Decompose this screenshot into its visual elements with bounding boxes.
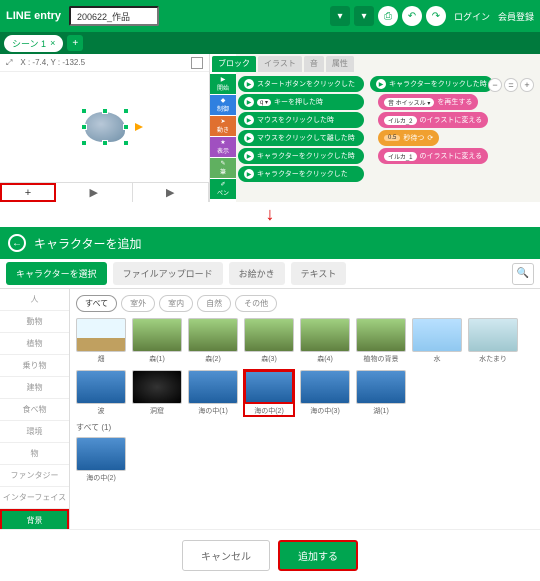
login-link[interactable]: ログイン bbox=[454, 10, 490, 23]
tab-draw[interactable]: お絵かき bbox=[229, 262, 285, 285]
direction-arrow-icon bbox=[135, 123, 143, 131]
asset-card[interactable]: 水たまり bbox=[468, 318, 518, 364]
asset-card[interactable]: 植物の背景 bbox=[356, 318, 406, 364]
app-header: LINE entry ▾ ▾ ⎙ ↶ ↷ ログイン 会員登録 bbox=[0, 0, 540, 32]
sidebar-item-person[interactable]: 人 bbox=[0, 289, 69, 311]
block-mouse-release[interactable]: ▶マウスをクリックして離した時 bbox=[238, 130, 364, 146]
tab-block[interactable]: ブロック bbox=[212, 56, 256, 72]
script-wait[interactable]: 0.5秒待つ⟳ bbox=[378, 130, 439, 146]
stage-area: ⤢ X : -7.4, Y : -132.5 + ▶ ▶ bbox=[0, 54, 210, 202]
script-costume1[interactable]: イルカ_2のイラストに変える bbox=[378, 112, 488, 128]
filter-indoor[interactable]: 室内 bbox=[159, 295, 193, 312]
tab-text[interactable]: テキスト bbox=[291, 262, 347, 285]
expand-icon[interactable]: ⤢ bbox=[6, 58, 12, 68]
asset-card[interactable]: 湖(1) bbox=[356, 370, 406, 416]
sidebar-item-food[interactable]: 食べ物 bbox=[0, 399, 69, 421]
redo-icon[interactable]: ↷ bbox=[426, 6, 446, 26]
modal-header: ← キャラクターを追加 bbox=[0, 227, 540, 259]
cat-move[interactable]: ➤動き bbox=[210, 116, 236, 136]
add-button[interactable]: 追加する bbox=[278, 540, 358, 571]
save-icon[interactable]: ▾ bbox=[330, 6, 350, 26]
asset-card-selected[interactable]: 海の中(2) bbox=[244, 370, 294, 416]
block-start[interactable]: ▶スタートボタンをクリックした bbox=[238, 76, 364, 92]
stage-canvas[interactable] bbox=[0, 72, 209, 182]
asset-card[interactable]: 森(1) bbox=[132, 318, 182, 364]
tab-select-char[interactable]: キャラクターを選択 bbox=[6, 262, 107, 285]
asset-card[interactable]: 畑 bbox=[76, 318, 126, 364]
tab-sound[interactable]: 音 bbox=[304, 56, 324, 72]
scene-bar: シーン 1× + bbox=[0, 32, 540, 54]
filter-other[interactable]: その他 bbox=[235, 295, 277, 312]
cat-pen[interactable]: ✐ペン bbox=[210, 179, 236, 199]
character-dolphin[interactable] bbox=[85, 112, 125, 142]
close-icon[interactable]: × bbox=[50, 38, 55, 48]
asset-card[interactable]: 洞窟 bbox=[132, 370, 182, 416]
tab-attr[interactable]: 属性 bbox=[326, 56, 354, 72]
tab-illust[interactable]: イラスト bbox=[258, 56, 302, 72]
print-icon[interactable]: ⎙ bbox=[378, 6, 398, 26]
sidebar-item-vehicle[interactable]: 乗り物 bbox=[0, 355, 69, 377]
selected-label: すべて (1) bbox=[76, 422, 534, 433]
selected-card[interactable]: 海の中(2) bbox=[76, 437, 126, 483]
asset-grid: 畑 森(1) 森(2) 森(3) 森(4) 植物の背景 水 水たまり 波 洞窟 … bbox=[76, 318, 534, 416]
block-key[interactable]: ▶q ▾キーを押した時 bbox=[238, 94, 364, 110]
list-icon[interactable]: ▾ bbox=[354, 6, 374, 26]
script-event[interactable]: ▶キャラクターをクリックした時 bbox=[370, 76, 493, 92]
grid-icon[interactable] bbox=[191, 57, 203, 69]
asset-card[interactable]: 波 bbox=[76, 370, 126, 416]
modal-tabs: キャラクターを選択 ファイルアップロード お絵かき テキスト 🔍 bbox=[0, 259, 540, 289]
script-costume2[interactable]: イルカ_1のイラストに変える bbox=[378, 148, 488, 164]
sidebar-item-thing[interactable]: 物 bbox=[0, 443, 69, 465]
sidebar-item-animal[interactable]: 動物 bbox=[0, 311, 69, 333]
sidebar-item-env[interactable]: 環境 bbox=[0, 421, 69, 443]
add-scene-button[interactable]: + bbox=[67, 35, 83, 51]
asset-card[interactable]: 森(2) bbox=[188, 318, 238, 364]
arrow-down-icon: ↓ bbox=[0, 202, 540, 227]
add-character-button[interactable]: + bbox=[0, 183, 56, 202]
coords-label: X : -7.4, Y : -132.5 bbox=[20, 58, 85, 67]
block-char-click2[interactable]: ▶キャラクターをクリックした bbox=[238, 166, 364, 182]
back-button[interactable]: ← bbox=[8, 234, 26, 252]
filter-nature[interactable]: 自然 bbox=[197, 295, 231, 312]
sidebar-item-background[interactable]: 背景 bbox=[0, 509, 69, 529]
script-canvas[interactable]: − = + ▶キャラクターをクリックした時 音 ホイッスル ▾を再生する イルカ… bbox=[366, 54, 540, 202]
asset-card[interactable]: 水 bbox=[412, 318, 462, 364]
cat-control[interactable]: ◆制御 bbox=[210, 95, 236, 115]
zoom-in-button[interactable]: + bbox=[520, 78, 534, 92]
tab-upload[interactable]: ファイルアップロード bbox=[113, 262, 223, 285]
undo-icon[interactable]: ↶ bbox=[402, 6, 422, 26]
filename-input[interactable] bbox=[69, 6, 159, 26]
filter-all[interactable]: すべて bbox=[76, 295, 117, 312]
modal-actions: キャンセル 追加する bbox=[0, 529, 540, 581]
cancel-button[interactable]: キャンセル bbox=[182, 540, 270, 571]
asset-card[interactable]: 森(4) bbox=[300, 318, 350, 364]
modal-title: キャラクターを追加 bbox=[34, 235, 142, 252]
register-link[interactable]: 会員登録 bbox=[498, 10, 534, 23]
sidebar-item-building[interactable]: 建物 bbox=[0, 377, 69, 399]
category-sidebar: 人 動物 植物 乗り物 建物 食べ物 環境 物 ファンタジー インターフェイス … bbox=[0, 289, 70, 529]
block-char-click[interactable]: ▶キャラクターをクリックした時 bbox=[238, 148, 364, 164]
filter-outdoor[interactable]: 室外 bbox=[121, 295, 155, 312]
cat-start[interactable]: ▶開始 bbox=[210, 74, 236, 94]
asset-card[interactable]: 海の中(3) bbox=[300, 370, 350, 416]
scene-tab[interactable]: シーン 1× bbox=[4, 35, 63, 52]
play-button[interactable]: ▶ bbox=[56, 183, 133, 202]
zoom-out-button[interactable]: − bbox=[488, 78, 502, 92]
sidebar-item-interface[interactable]: インターフェイス bbox=[0, 487, 69, 509]
asset-card[interactable]: 森(3) bbox=[244, 318, 294, 364]
asset-content: すべて 室外 室内 自然 その他 畑 森(1) 森(2) 森(3) 森(4) 植… bbox=[70, 289, 540, 529]
sidebar-item-fantasy[interactable]: ファンタジー bbox=[0, 465, 69, 487]
cat-show[interactable]: ★表示 bbox=[210, 137, 236, 157]
zoom-reset-button[interactable]: = bbox=[504, 78, 518, 92]
search-button[interactable]: 🔍 bbox=[512, 263, 534, 285]
asset-card[interactable]: 海の中(1) bbox=[188, 370, 238, 416]
play-button-2[interactable]: ▶ bbox=[133, 183, 210, 202]
sidebar-item-plant[interactable]: 植物 bbox=[0, 333, 69, 355]
logo: LINE entry bbox=[6, 10, 61, 22]
cat-brush[interactable]: ✎筆 bbox=[210, 158, 236, 178]
block-area: ブロック イラスト 音 属性 ▶開始 ◆制御 ➤動き ★表示 ✎筆 ✐ペン ▶ス… bbox=[210, 54, 540, 202]
script-sound[interactable]: 音 ホイッスル ▾を再生する bbox=[378, 94, 478, 110]
block-mouse-click[interactable]: ▶マウスをクリックした時 bbox=[238, 112, 364, 128]
